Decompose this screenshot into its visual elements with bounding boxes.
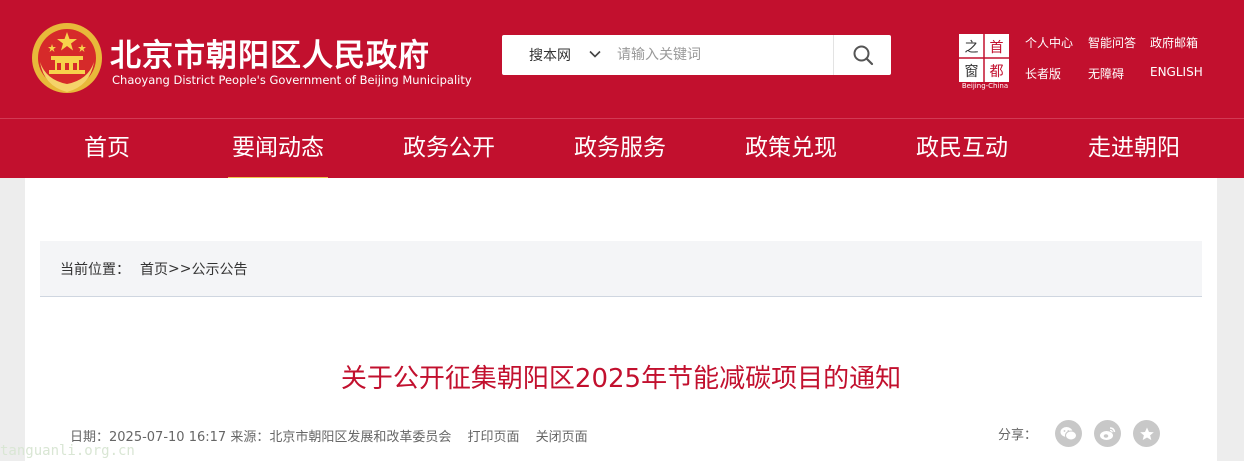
nav-item-gov-affairs[interactable]: 政务公开 — [399, 119, 499, 178]
search-scope-select[interactable]: 搜本网 — [502, 35, 607, 75]
nav-item-policy[interactable]: 政策兑现 — [741, 119, 841, 178]
article-title: 关于公开征集朝阳区2025年节能减碳项目的通知 — [340, 364, 902, 394]
capital-logo-char-1: 首 — [990, 40, 1004, 56]
link-smart-qa[interactable]: 智能问答 — [1088, 34, 1136, 51]
content-panel: 当前位置： 首页 >> 公示公告 关于公开征集朝阳区2025年节能减碳项目的通知… — [25, 178, 1217, 461]
link-elder-version[interactable]: 长者版 — [1025, 65, 1061, 82]
wechat-icon — [1060, 427, 1078, 441]
share-bar: 分享： — [998, 420, 1172, 447]
nav-item-interaction[interactable]: 政民互动 — [912, 119, 1012, 178]
share-favorite-button[interactable] — [1133, 420, 1161, 447]
capital-logo-char-3: 之 — [965, 40, 979, 56]
nav-item-news[interactable]: 要闻动态 — [228, 119, 328, 180]
link-gov-mailbox[interactable]: 政府邮箱 — [1150, 34, 1198, 51]
source-label: 来源： — [230, 430, 270, 445]
nav-item-gov-services[interactable]: 政务服务 — [570, 119, 670, 178]
breadcrumb-prefix: 当前位置： — [60, 261, 130, 278]
capital-logo-caption: Beijing-China — [961, 82, 1009, 90]
link-accessibility[interactable]: 无障碍 — [1088, 65, 1124, 82]
link-personal-center[interactable]: 个人中心 — [1025, 34, 1073, 51]
weibo-icon — [1100, 427, 1116, 440]
watermark: tanguanli.org.cn — [0, 443, 135, 459]
site-subtitle: Chaoyang District People's Government of… — [112, 73, 472, 87]
nav-item-about-chaoyang[interactable]: 走进朝阳 — [1084, 119, 1184, 178]
nav-item-home[interactable]: 首页 — [70, 119, 144, 178]
link-english[interactable]: ENGLISH — [1150, 65, 1203, 79]
site-title: 北京市朝阳区人民政府 — [110, 38, 430, 74]
share-weibo-button[interactable] — [1094, 420, 1122, 447]
share-label: 分享： — [998, 428, 1038, 443]
capital-logo-char-2: 都 — [990, 64, 1004, 80]
print-page-link[interactable]: 打印页面 — [467, 430, 519, 445]
national-emblem-icon[interactable] — [30, 20, 104, 96]
search-icon — [853, 45, 873, 66]
capital-logo-char-4: 窗 — [965, 63, 979, 80]
close-page-link[interactable]: 关闭页面 — [536, 430, 588, 445]
article-source: 北京市朝阳区发展和改革委员会 — [269, 430, 452, 445]
search-scope-label: 搜本网 — [529, 48, 571, 64]
breadcrumb-separator: >> — [168, 260, 192, 277]
search-bar: 搜本网 — [502, 35, 891, 75]
breadcrumb-current[interactable]: 公示公告 — [191, 259, 247, 279]
site-header: 北京市朝阳区人民政府 Chaoyang District People's Go… — [0, 0, 1244, 118]
search-button[interactable] — [833, 35, 891, 75]
favorite-star-icon — [1139, 427, 1154, 440]
search-input[interactable] — [617, 40, 827, 70]
breadcrumb-home[interactable]: 首页 — [140, 259, 168, 279]
main-nav: 首页 要闻动态 政务公开 政务服务 政策兑现 政民互动 走进朝阳 — [0, 118, 1244, 180]
article-meta: 日期：2025-07-10 16:17 来源：北京市朝阳区发展和改革委员会 打印… — [70, 426, 588, 445]
chevron-down-icon — [589, 50, 601, 58]
breadcrumb: 当前位置： 首页 >> 公示公告 — [40, 241, 1202, 297]
share-wechat-button[interactable] — [1055, 420, 1083, 447]
